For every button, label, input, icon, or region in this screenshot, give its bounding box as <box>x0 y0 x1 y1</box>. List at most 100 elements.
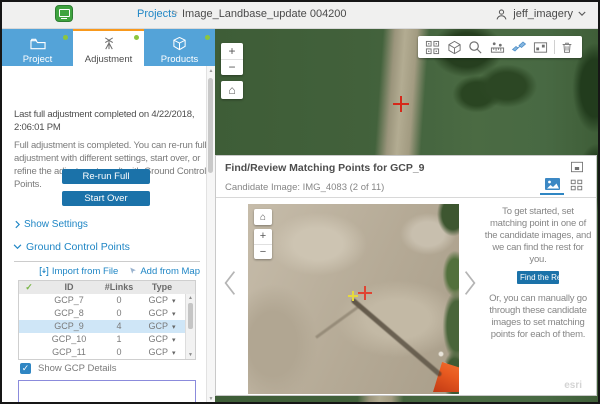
chevron-down-icon <box>578 11 586 17</box>
breadcrumb-projects-link[interactable]: Projects <box>137 8 177 20</box>
show-settings-toggle[interactable]: Show Settings <box>15 219 88 230</box>
gcp-marker-red-cross[interactable] <box>393 96 409 112</box>
previous-candidate-button[interactable] <box>221 266 239 300</box>
gcp-table: ✓ ID #Links Type GCP_7 0 GCP▾ GCP_8 0 GC… <box>18 280 196 360</box>
chevron-down-icon <box>13 244 22 250</box>
candidate-image-viewer[interactable]: ⌂ + − <box>248 204 459 394</box>
matching-points-panel: Find/Review Matching Points for GCP_9 Ca… <box>215 155 597 396</box>
cube-icon <box>171 36 188 51</box>
instructions-secondary: Or, you can manually go through these ca… <box>484 293 592 341</box>
panel-title: Find/Review Matching Points for GCP_9 <box>225 162 425 174</box>
home-extent-button[interactable]: ⌂ <box>221 81 243 99</box>
table-row-selected[interactable]: GCP_9 4 GCP▾ <box>19 320 195 333</box>
user-name: jeff_imagery <box>513 8 573 20</box>
search-icon[interactable] <box>467 38 485 56</box>
tab-label: Adjustment <box>85 54 133 65</box>
tab-label: Project <box>23 54 53 65</box>
find-the-rest-button[interactable]: Find the Rest <box>517 271 559 284</box>
table-row[interactable]: GCP_10 1 GCP▾ <box>19 333 195 346</box>
tab-products[interactable]: Products <box>144 28 215 66</box>
image-compare-icon[interactable] <box>532 38 550 56</box>
scrollbar-thumb[interactable] <box>188 303 193 329</box>
tab-adjustment[interactable]: Adjustment <box>73 28 144 66</box>
header-bar: Projects > Image_Landbase_update 004200 … <box>0 0 600 29</box>
scroll-up-icon[interactable]: ▲ <box>207 68 215 74</box>
instructions-primary: To get started, set matching point in on… <box>485 206 591 265</box>
table-row[interactable]: GCP_8 0 GCP▾ <box>19 307 195 320</box>
status-dot <box>134 35 139 40</box>
grid-view-icon[interactable] <box>564 175 588 195</box>
zoom-in-button[interactable]: + <box>221 43 243 59</box>
table-row[interactable]: GCP_7 0 GCP▾ <box>19 294 195 307</box>
cursor-icon <box>128 266 137 277</box>
map-toolbar <box>418 36 582 58</box>
dropdown-arrow-icon[interactable]: ▾ <box>172 337 176 344</box>
scroll-up-icon[interactable]: ▲ <box>186 295 195 301</box>
table-scrollbar[interactable]: ▲ ▼ <box>185 294 195 359</box>
dropdown-arrow-icon[interactable]: ▾ <box>172 298 176 305</box>
toolbar-divider <box>554 40 555 54</box>
folder-icon <box>29 36 47 51</box>
scroll-down-icon[interactable]: ▼ <box>207 396 215 402</box>
table-row[interactable]: GCP_11 0 GCP▾ <box>19 346 195 359</box>
image-view-icon[interactable] <box>540 175 564 195</box>
measure-icon[interactable] <box>489 38 507 56</box>
import-from-file-link[interactable]: Import from File <box>39 266 119 277</box>
show-gcp-details-label: Show GCP Details <box>38 363 117 374</box>
image-zoom-control: + − <box>254 229 272 259</box>
gcp-photo-placeholder: Photo not available <box>18 380 196 404</box>
pole-shadow <box>350 298 442 378</box>
dropdown-arrow-icon[interactable]: ▾ <box>172 350 176 357</box>
image-home-button[interactable]: ⌂ <box>254 209 272 225</box>
status-dot <box>205 35 210 40</box>
basemap-icon[interactable] <box>445 38 463 56</box>
next-candidate-button[interactable] <box>461 266 479 300</box>
panel-divider <box>216 197 596 198</box>
popout-icon[interactable] <box>570 161 584 173</box>
status-dot <box>63 35 68 40</box>
show-settings-label: Show Settings <box>24 219 88 230</box>
dropdown-arrow-icon[interactable]: ▾ <box>172 324 176 331</box>
matching-links-icon[interactable] <box>510 38 528 56</box>
adjustment-icon <box>100 36 118 51</box>
candidate-image-label: Candidate Image: IMG_4083 (2 of 11) <box>225 182 384 193</box>
zoom-in-button[interactable]: + <box>254 229 272 244</box>
breadcrumb-separator: > <box>172 8 178 19</box>
scrollbar-thumb[interactable] <box>208 78 213 173</box>
tab-label: Products <box>161 54 199 65</box>
app-logo-icon[interactable] <box>55 5 73 22</box>
thumbnails-icon[interactable] <box>424 38 442 56</box>
rerun-full-button[interactable]: Re-run Full <box>62 169 150 184</box>
gcp-actions: Import from File Add from Map <box>28 266 200 277</box>
zoom-out-button[interactable]: − <box>221 59 243 76</box>
show-gcp-details-row: ✓ Show GCP Details <box>20 363 117 374</box>
start-over-button[interactable]: Start Over <box>62 191 150 206</box>
person-icon <box>495 8 508 21</box>
add-from-map-link[interactable]: Add from Map <box>128 266 200 277</box>
adjustment-status-text: Last full adjustment completed on 4/22/2… <box>14 108 206 134</box>
panel-scrollbar[interactable]: ▲ ▼ <box>206 66 215 404</box>
check-icon: ✓ <box>19 281 39 294</box>
import-icon <box>39 266 49 277</box>
gcp-location-red-cross[interactable] <box>358 286 372 300</box>
section-divider <box>14 261 200 262</box>
breadcrumb-project-name: Image_Landbase_update 004200 <box>182 8 347 20</box>
user-menu[interactable]: jeff_imagery <box>495 0 586 28</box>
gcp-section-title: Ground Control Points <box>26 241 130 253</box>
zoom-out-button[interactable]: − <box>254 244 272 260</box>
panel-tabs: Project Adjustment Products <box>2 28 215 66</box>
delete-icon[interactable] <box>558 38 576 56</box>
esri-watermark: esri <box>564 380 582 391</box>
adjustment-sidebar: Project Adjustment Products <box>0 28 215 404</box>
map-zoom-control: + − <box>221 43 243 75</box>
dropdown-arrow-icon[interactable]: ▾ <box>172 311 176 318</box>
tab-project[interactable]: Project <box>2 28 73 66</box>
scroll-down-icon[interactable]: ▼ <box>186 352 195 358</box>
chevron-right-icon <box>15 220 20 229</box>
gcp-section-toggle[interactable]: Ground Control Points <box>13 241 130 253</box>
gcp-table-header: ✓ ID #Links Type <box>19 281 195 294</box>
app-window: Projects > Image_Landbase_update 004200 … <box>0 0 600 404</box>
view-toggle <box>540 175 588 195</box>
matching-point-yellow-cross[interactable] <box>348 291 358 301</box>
show-gcp-details-checkbox[interactable]: ✓ <box>20 363 31 374</box>
